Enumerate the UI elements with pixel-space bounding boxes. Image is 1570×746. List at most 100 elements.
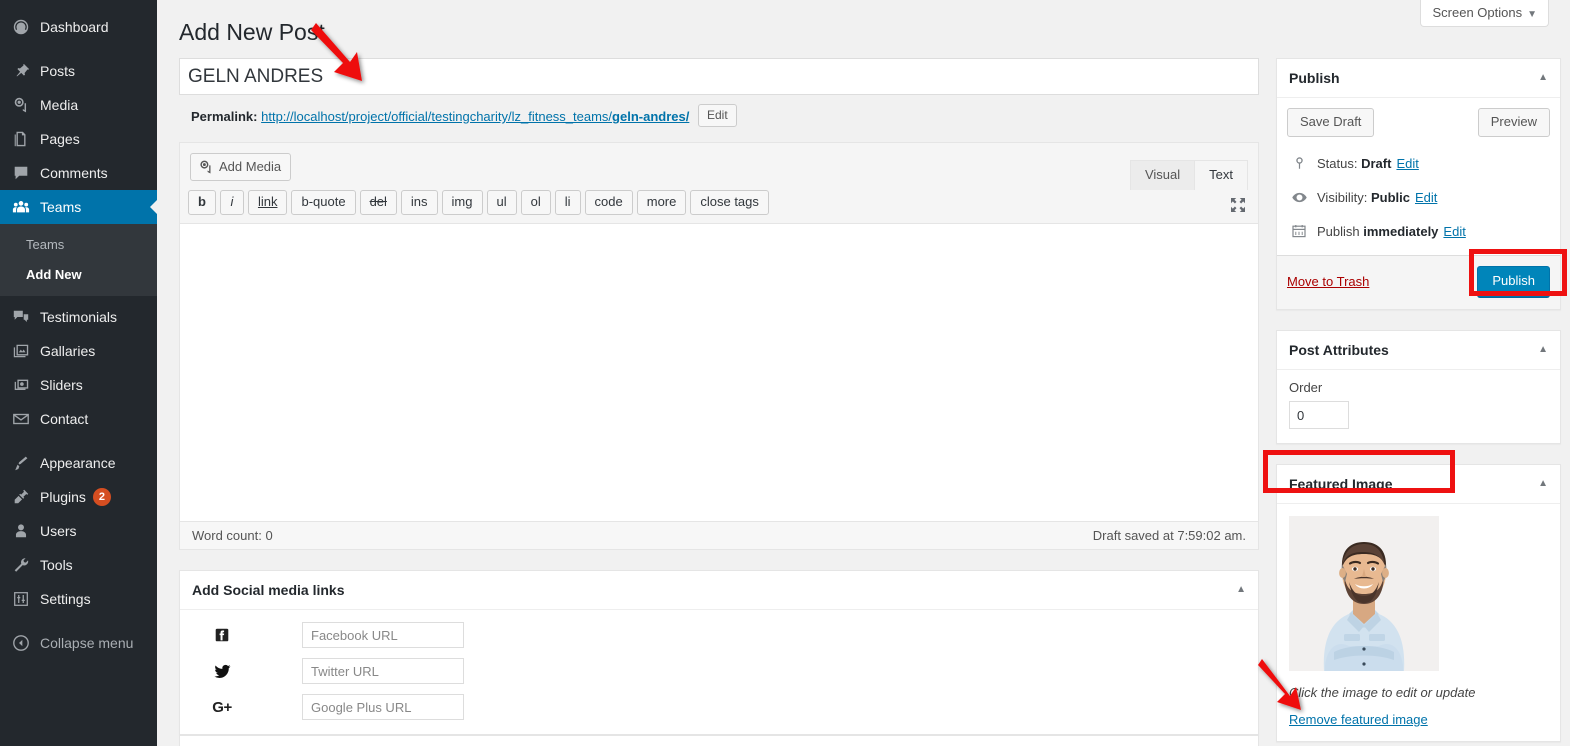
sidebar-item-label: Posts (40, 63, 76, 79)
social-row-facebook (192, 622, 1246, 648)
sidebar-item-label: Comments (40, 165, 108, 181)
qt-button-code[interactable]: code (584, 190, 633, 215)
qt-button-ol[interactable]: ol (520, 190, 551, 215)
edit-schedule-link[interactable]: Edit (1443, 224, 1465, 239)
tab-visual[interactable]: Visual (1129, 160, 1196, 190)
sidebar-item-label: Teams (40, 199, 82, 215)
qt-button-i[interactable]: i (219, 190, 244, 215)
sidebar-item-plugins[interactable]: Plugins 2 (0, 480, 157, 514)
edit-permalink-button[interactable]: Edit (697, 104, 737, 127)
post-attributes-header[interactable]: Post Attributes ▲ (1277, 331, 1560, 370)
facebook-url-input[interactable] (302, 622, 464, 648)
testimonials-icon (11, 307, 31, 327)
sidebar-item-dashboard[interactable]: Dashboard (0, 10, 157, 44)
qt-button-link[interactable]: link (247, 190, 288, 215)
schedule-value: immediately (1363, 223, 1439, 239)
pin-icon (11, 61, 31, 81)
move-to-trash-link[interactable]: Move to Trash (1287, 274, 1369, 289)
pages-icon (11, 129, 31, 149)
remove-featured-image-link[interactable]: Remove featured image (1289, 712, 1428, 727)
sidebar-item-label: Appearance (40, 455, 116, 471)
sidebar-item-gallaries[interactable]: Gallaries (0, 334, 157, 368)
featured-image-body: Click the image to edit or update Remove… (1277, 504, 1560, 741)
misc-publishing-actions: Status: Draft Edit Visibility: Public Ed… (1287, 147, 1550, 255)
chevron-up-icon[interactable]: ▲ (1538, 345, 1548, 355)
sidebar-item-appearance[interactable]: Appearance (0, 446, 157, 480)
plugins-update-badge: 2 (92, 488, 111, 506)
tab-text[interactable]: Text (1194, 160, 1248, 190)
sidebar-item-testimonials[interactable]: Testimonials (0, 300, 157, 334)
screen-options-button[interactable]: Screen Options ▼ (1420, 0, 1549, 27)
featured-image-header[interactable]: Featured Image ▲ (1277, 465, 1560, 504)
qt-button-li[interactable]: li (554, 190, 581, 215)
permalink-row: Permalink: http://localhost/project/offi… (179, 95, 1259, 132)
sidebar-item-posts[interactable]: Posts (0, 54, 157, 88)
editor-tools: Add Media Visual Text (180, 143, 1258, 190)
twitter-icon (192, 662, 252, 681)
submenu-item-teams[interactable]: Teams (0, 230, 157, 260)
sidebar-item-users[interactable]: Users (0, 514, 157, 548)
chevron-up-icon[interactable]: ▲ (1236, 585, 1246, 595)
appearance-icon (11, 453, 31, 473)
fullscreen-icon[interactable] (1228, 195, 1248, 215)
submenu-item-add-new[interactable]: Add New (0, 260, 157, 290)
preview-button[interactable]: Preview (1477, 108, 1550, 137)
qt-button-ul[interactable]: ul (486, 190, 517, 215)
sidebar-item-teams[interactable]: Teams (0, 190, 158, 224)
publish-button[interactable]: Publish (1477, 266, 1550, 297)
chevron-up-icon[interactable]: ▲ (1538, 73, 1548, 83)
twitter-url-input[interactable] (302, 658, 464, 684)
featured-image-thumbnail[interactable] (1289, 516, 1439, 671)
social-row-twitter (192, 658, 1246, 684)
sliders-icon (11, 375, 31, 395)
permalink-link[interactable]: http://localhost/project/official/testin… (261, 109, 689, 124)
sidebar-item-label: Media (40, 97, 79, 113)
sidebar-item-sliders[interactable]: Sliders (0, 368, 157, 402)
calendar-icon (1289, 221, 1309, 241)
post-title-input[interactable] (179, 58, 1259, 95)
qt-button-b-quote[interactable]: b-quote (291, 190, 356, 215)
google-plus-url-input[interactable] (302, 694, 464, 720)
admin-sidebar: Dashboard Posts Media Pages Comments Tea… (0, 0, 158, 746)
visibility-value: Public (1370, 189, 1410, 205)
add-media-button[interactable]: Add Media (190, 153, 292, 181)
qt-button-img[interactable]: img (441, 190, 483, 215)
post-attributes-title: Post Attributes (1289, 342, 1389, 358)
edit-status-link[interactable]: Edit (1396, 156, 1418, 171)
menu-separator (0, 44, 157, 54)
users-icon (11, 521, 31, 541)
publish-metabox: Publish ▲ Save Draft Preview Status: Dra… (1276, 58, 1561, 310)
sidebar-item-pages[interactable]: Pages (0, 122, 157, 156)
sidebar-item-collapse-menu[interactable]: Collapse menu (0, 626, 157, 660)
sidebar-item-tools[interactable]: Tools (0, 548, 157, 582)
teams-icon (11, 197, 31, 217)
qt-button-b[interactable]: b (188, 190, 216, 215)
social-links-header[interactable]: Add Social media links ▲ (180, 571, 1258, 610)
sidebar-item-media[interactable]: Media (0, 88, 157, 122)
key-icon (1289, 153, 1309, 173)
permalink-prefix: http://localhost/project/official/testin… (261, 109, 613, 124)
wp-body: Screen Options ▼ Add New Post Permalink: … (157, 0, 1570, 746)
screen-options-label: Screen Options (1432, 5, 1523, 20)
status-label: Status: (1317, 155, 1358, 171)
publish-header[interactable]: Publish ▲ (1277, 59, 1560, 98)
save-draft-button[interactable]: Save Draft (1287, 108, 1375, 137)
qt-button-del[interactable]: del (359, 190, 397, 215)
qt-button-ins[interactable]: ins (400, 190, 438, 215)
sidebar-item-settings[interactable]: Settings (0, 582, 157, 616)
menu-order-input[interactable] (1289, 401, 1349, 429)
mail-icon (11, 409, 31, 429)
edit-visibility-link[interactable]: Edit (1415, 190, 1437, 205)
facebook-icon (192, 626, 252, 644)
post-visibility-row: Visibility: Public Edit (1287, 181, 1550, 215)
schedule-label: Publish (1317, 223, 1360, 239)
post-content-textarea[interactable] (180, 224, 1258, 521)
social-links-title: Add Social media links (192, 582, 345, 598)
sidebar-item-comments[interactable]: Comments (0, 156, 157, 190)
qt-button-close-tags[interactable]: close tags (690, 190, 769, 215)
sidebar-item-label: Plugins (40, 489, 86, 505)
sidebar-item-label: Users (40, 523, 77, 539)
qt-button-more[interactable]: more (636, 190, 687, 215)
sidebar-item-contact[interactable]: Contact (0, 402, 157, 436)
chevron-up-icon[interactable]: ▲ (1538, 479, 1548, 489)
